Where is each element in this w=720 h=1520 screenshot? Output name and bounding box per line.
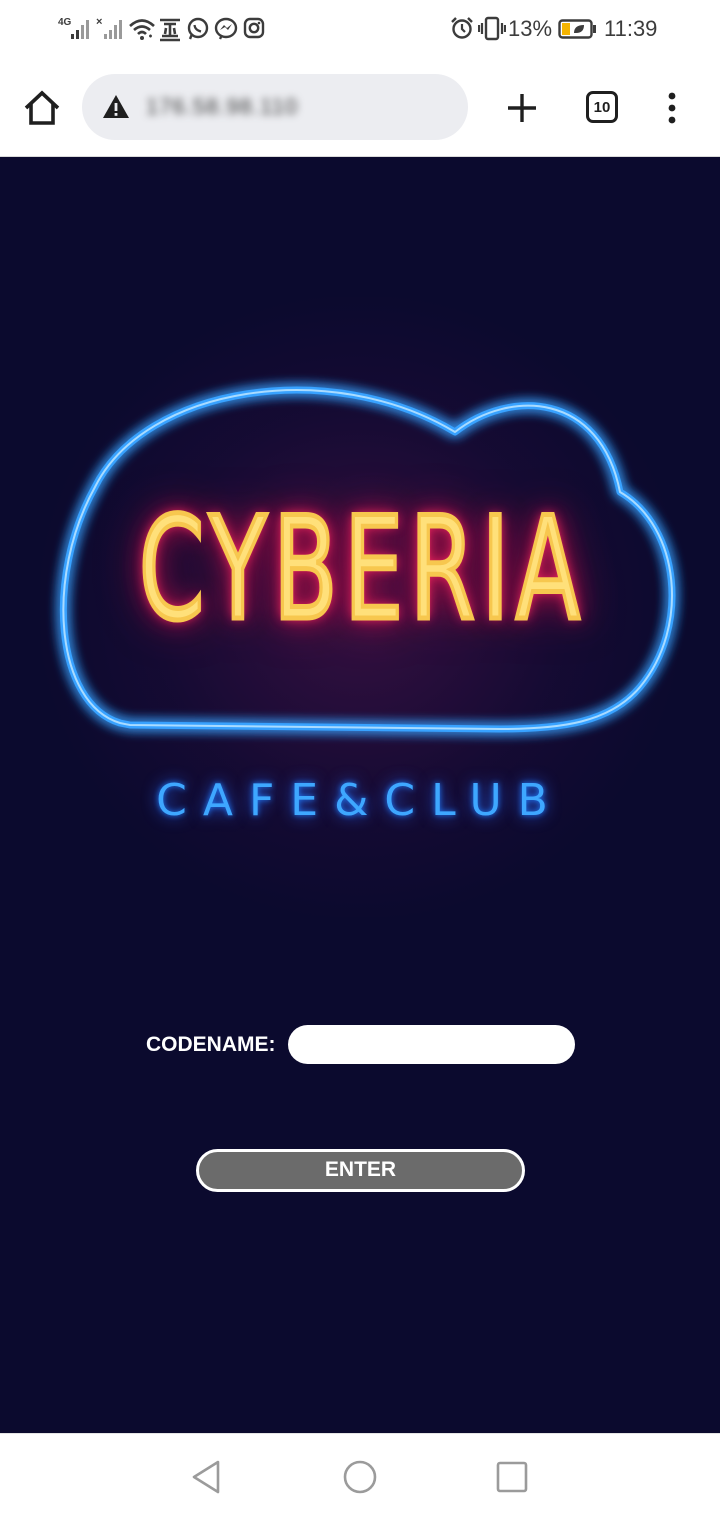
news-app-icon <box>160 18 180 42</box>
signal-label: 4G <box>58 17 72 28</box>
tab-count: 10 <box>593 99 611 116</box>
alarm-icon <box>451 17 473 39</box>
codename-row: CODENAME: <box>0 1023 720 1067</box>
battery-saver-icon <box>558 19 596 39</box>
recents-icon[interactable] <box>494 1459 530 1495</box>
address-bar[interactable]: 176.58.98.110 <box>82 74 468 140</box>
wifi-icon <box>129 19 155 40</box>
instagram-icon <box>243 17 265 39</box>
battery-percent: 13% <box>508 16 553 41</box>
codename-input[interactable] <box>288 1025 575 1064</box>
warning-icon[interactable] <box>102 93 130 121</box>
home-circle-icon[interactable] <box>342 1459 378 1495</box>
plus-icon[interactable] <box>502 86 542 130</box>
screen: 4G × 13% 11:39 176.58.98.110 10 CYBERIA … <box>0 0 720 1520</box>
codename-label: CODENAME: <box>146 1033 276 1056</box>
svg-text:×: × <box>96 16 102 28</box>
logo-subtitle: CAFE&CLUB <box>156 775 564 826</box>
system-nav-bar <box>0 1433 720 1520</box>
more-vert-icon[interactable] <box>658 86 686 130</box>
messenger-icon <box>214 17 238 40</box>
status-time: 11:39 <box>604 16 658 41</box>
web-page: CYBERIA CAFE&CLUB CODENAME: ENTER <box>0 157 720 1433</box>
signal-no-sim-icon: × <box>96 16 122 39</box>
url-text[interactable]: 176.58.98.110 <box>146 94 298 120</box>
home-icon[interactable] <box>20 86 64 130</box>
whatsapp-icon <box>187 17 209 40</box>
vibrate-icon <box>478 16 506 41</box>
enter-button[interactable]: ENTER <box>196 1149 525 1192</box>
logo-wordmark: CYBERIA <box>137 485 587 655</box>
tab-switcher-icon[interactable]: 10 <box>586 91 618 123</box>
signal-4g-icon: 4G <box>58 17 89 39</box>
browser-toolbar: 176.58.98.110 10 <box>0 60 720 157</box>
status-bar: 4G × 13% 11:39 <box>0 0 720 60</box>
back-icon[interactable] <box>188 1459 224 1495</box>
